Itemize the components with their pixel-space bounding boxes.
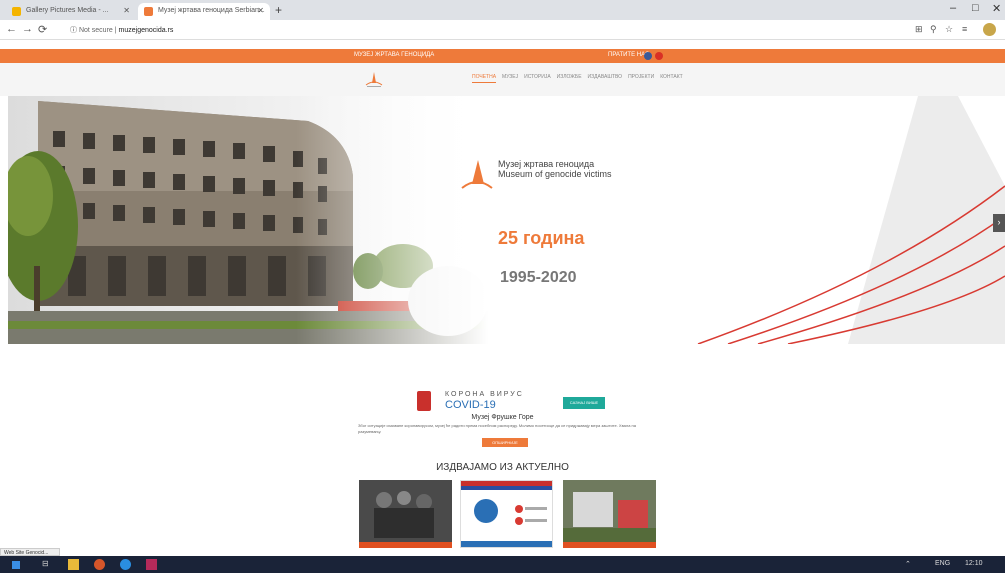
museum-logo-icon[interactable] (363, 71, 385, 89)
nav-item-contact[interactable]: КОНТАКТ (660, 74, 683, 83)
news-image (359, 480, 452, 542)
news-card[interactable] (460, 480, 553, 548)
status-url: Web Site Genocid... (0, 548, 60, 556)
nav-item-museum[interactable]: МУЗЕЈ (502, 74, 518, 83)
museum-emblem-icon (461, 160, 493, 189)
card-footer (563, 542, 656, 548)
zoom-icon[interactable]: ⚲ (930, 24, 937, 35)
address-bar: ← → ⟳ ⓘ Not secure | muzejgenocida.rs ⊞ … (0, 20, 1005, 40)
news-card[interactable] (359, 480, 452, 548)
hero-slider: Музеј жртава геноцида Museum of genocide… (8, 96, 1005, 344)
nav-item-projects[interactable]: ПРОЈЕКТИ (628, 74, 654, 83)
reload-icon[interactable]: ⟳ (38, 23, 47, 36)
hero-building-image (8, 96, 488, 344)
close-icon[interactable]: ✕ (123, 6, 130, 15)
news-image (563, 480, 656, 542)
browser-tab-bar: Gallery Pictures Media - ... ✕ Музеј жрт… (0, 0, 1005, 20)
back-arrow-icon[interactable]: ← (6, 23, 17, 35)
hero-name-line2: Museum of genocide victims (498, 168, 612, 179)
serbia-crest-icon (417, 391, 431, 411)
more-button[interactable]: ОПШИРНИЈЕ (482, 438, 528, 447)
tab-gallery[interactable]: Gallery Pictures Media - ... ✕ (6, 3, 136, 20)
task-view-icon[interactable]: ⊟ (42, 559, 53, 570)
windows-start-icon[interactable] (12, 561, 20, 569)
covid-main-label: COVID-19 (445, 399, 496, 411)
avatar[interactable] (983, 23, 996, 36)
firefox-icon[interactable] (94, 559, 105, 570)
taskbar: ⊟ ⌃ ENG 12:10 (0, 556, 1005, 573)
translate-icon[interactable]: ⊞ (915, 24, 923, 35)
new-tab-button[interactable]: + (275, 3, 282, 17)
topbar-left-text: МУЗЕЈ ЖРТАВА ГЕНОЦИДА (354, 52, 435, 58)
tray-lang[interactable]: ENG (935, 560, 950, 567)
news-card[interactable] (563, 480, 656, 548)
forward-arrow-icon[interactable]: → (22, 23, 33, 35)
info-icon: ⓘ (70, 27, 77, 34)
star-icon[interactable]: ☆ (945, 24, 953, 35)
covid-top-label: КОРОНА ВИРУС (445, 391, 524, 398)
nav-item-publishing[interactable]: ИЗДАВАШТВО (588, 74, 623, 83)
collections-icon[interactable]: ≡ (962, 24, 967, 34)
covid-learn-more-button[interactable]: САЗНАЈ ВИШЕ (563, 397, 605, 409)
maximize-button[interactable]: □ (972, 2, 979, 14)
covid-paragraph: Због ситуације изазване коронавирусом, м… (358, 423, 636, 434)
close-icon[interactable]: ✕ (257, 6, 264, 15)
tab-label: Музеј жртава геноцида Serbian... (158, 7, 265, 14)
site-header: ПОЧЕТНА МУЗЕЈ ИСТОРИЈА ИЗЛОЖБЕ ИЗДАВАШТВ… (0, 63, 1005, 96)
tab-favicon-icon (144, 7, 153, 16)
minimize-button[interactable]: – (950, 2, 956, 14)
tray-chevron-icon[interactable]: ⌃ (905, 560, 911, 568)
tab-favicon-icon (12, 7, 21, 16)
featured-title: ИЗДВАЈАМО ИЗ АКТУЕЛНО (436, 462, 569, 473)
indesign-icon[interactable] (146, 559, 157, 570)
covid-banner[interactable]: КОРОНА ВИРУС COVID-19 САЗНАЈ ВИШЕ (417, 391, 607, 413)
tray-time[interactable]: 12:10 (965, 560, 983, 567)
slider-next-button[interactable]: › (993, 214, 1005, 232)
nav-item-home[interactable]: ПОЧЕТНА (472, 74, 497, 83)
close-window-button[interactable]: ✕ (992, 2, 1001, 15)
security-label: Not secure (78, 27, 113, 34)
site-top-bar: МУЗЕЈ ЖРТАВА ГЕНОЦИДА ПРАТИТЕ НАС (0, 49, 1005, 63)
youtube-icon[interactable] (655, 52, 663, 60)
card-footer (461, 541, 552, 547)
covid-subtitle: Музеј Фрушке Горе (471, 414, 534, 421)
facebook-icon[interactable] (644, 52, 652, 60)
file-explorer-icon[interactable] (68, 559, 79, 570)
hero-museum-name: Музеј жртава геноцида Museum of genocide… (498, 159, 612, 180)
url-input[interactable]: ⓘ Not secure | muzejgenocida.rs (70, 23, 890, 37)
url-text: muzejgenocida.rs (118, 27, 174, 34)
nav-item-exhibitions[interactable]: ИЗЛОЖБЕ (557, 74, 582, 83)
tab-label: Gallery Pictures Media - ... (26, 7, 109, 14)
main-nav: ПОЧЕТНА МУЗЕЈ ИСТОРИЈА ИЗЛОЖБЕ ИЗДАВАШТВ… (472, 74, 683, 83)
tab-museum[interactable]: Музеј жртава геноцида Serbian... ✕ (138, 3, 270, 20)
edge-icon[interactable] (120, 559, 131, 570)
hero-years: 1995-2020 (500, 269, 577, 286)
nav-item-history[interactable]: ИСТОРИЈА (524, 74, 551, 83)
news-image (461, 481, 552, 543)
card-footer (359, 542, 452, 548)
hero-anniversary: 25 година (498, 228, 585, 248)
decorative-lines (697, 96, 1005, 344)
